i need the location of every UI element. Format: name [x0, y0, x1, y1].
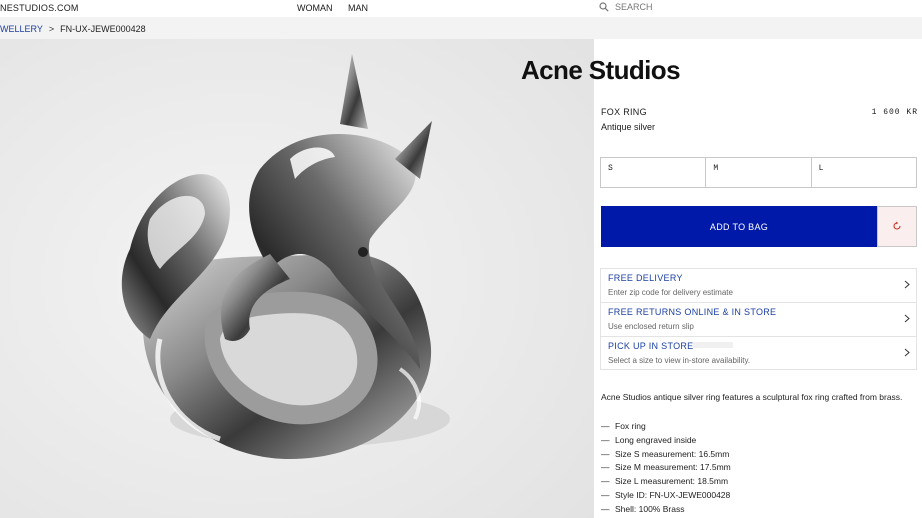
- refresh-icon: [892, 218, 902, 236]
- add-to-bag-label: ADD TO BAG: [709, 221, 769, 232]
- feature-text: Long engraved inside: [615, 434, 697, 445]
- chevron-right-icon: [904, 344, 910, 362]
- size-option-l[interactable]: L: [812, 158, 916, 187]
- list-item: — Size L measurement: 18.5mm: [601, 475, 731, 489]
- feature-text: Size L measurement: 18.5mm: [615, 476, 729, 487]
- loading-placeholder: [693, 342, 733, 348]
- site-name-link[interactable]: NESTUDIOS.COM: [0, 3, 79, 13]
- info-row-delivery[interactable]: FREE DELIVERY Enter zip code for deliver…: [601, 269, 916, 303]
- breadcrumb-current: FN-UX-JEWE000428: [60, 24, 146, 34]
- list-item: — Style ID: FN-UX-JEWE000428: [601, 489, 731, 503]
- size-option-m[interactable]: M: [706, 158, 812, 187]
- info-title: FREE RETURNS ONLINE & IN STORE: [608, 307, 777, 317]
- fox-ring-illustration: [0, 39, 594, 518]
- bullet-dash: —: [601, 448, 610, 459]
- product-color: Antique silver: [601, 122, 656, 132]
- chevron-right-icon: [904, 276, 910, 294]
- breadcrumb-bar-right: [594, 17, 922, 39]
- search-box[interactable]: SEARCH: [599, 2, 653, 12]
- feature-text: Fox ring: [615, 421, 646, 431]
- breadcrumb-parent[interactable]: WELLERY: [0, 24, 43, 34]
- info-subtitle: Enter zip code for delivery estimate: [608, 288, 733, 297]
- product-price: 1 600 KR: [871, 108, 918, 117]
- bullet-dash: —: [601, 476, 610, 487]
- brand-logo[interactable]: Acne Studios: [521, 55, 681, 86]
- info-subtitle: Use enclosed return slip: [608, 322, 694, 331]
- feature-text: Shell: 100% Brass: [615, 503, 685, 514]
- search-icon[interactable]: [599, 2, 609, 12]
- bullet-dash: —: [601, 462, 610, 473]
- product-image[interactable]: [0, 39, 594, 518]
- breadcrumb-separator: >: [48, 24, 55, 34]
- feature-text: Style ID: FN-UX-JEWE000428: [615, 489, 731, 500]
- bullet-dash: —: [601, 434, 610, 445]
- info-subtitle: Select a size to view in-store availabil…: [608, 356, 751, 365]
- info-title: PICK UP IN STORE: [608, 341, 694, 351]
- refresh-button[interactable]: [877, 206, 917, 247]
- bullet-dash: —: [601, 421, 610, 431]
- info-title: FREE DELIVERY: [608, 273, 683, 283]
- list-item: — Long engraved inside: [601, 434, 731, 448]
- list-item: — Size M measurement: 17.5mm: [601, 461, 731, 475]
- search-label[interactable]: SEARCH: [615, 2, 653, 12]
- chevron-right-icon: [904, 310, 910, 328]
- product-name: FOX RING: [601, 107, 647, 117]
- size-option-s[interactable]: S: [601, 158, 707, 187]
- info-row-returns[interactable]: FREE RETURNS ONLINE & IN STORE Use enclo…: [601, 303, 916, 337]
- feature-text: Size M measurement: 17.5mm: [615, 462, 731, 473]
- add-to-bag-button[interactable]: ADD TO BAG: [601, 206, 877, 247]
- breadcrumb: WELLERY > FN-UX-JEWE000428: [0, 24, 146, 34]
- size-selector: S M L: [600, 157, 917, 188]
- list-item: — Size S measurement: 16.5mm: [601, 448, 731, 462]
- info-box: FREE DELIVERY Enter zip code for deliver…: [600, 268, 917, 370]
- info-row-pickup[interactable]: PICK UP IN STORE Select a size to view i…: [601, 337, 916, 371]
- list-item: — Shell: 100% Brass: [601, 503, 731, 517]
- list-item: — Fox ring: [601, 420, 731, 434]
- nav-man[interactable]: MAN: [348, 3, 368, 13]
- bullet-dash: —: [601, 503, 610, 514]
- feature-list: — Fox ring — Long engraved inside — Size S …: [601, 420, 731, 517]
- feature-text: Size S measurement: 16.5mm: [615, 448, 730, 459]
- top-bar: NESTUDIOS.COM WOMAN MAN SEARCH: [0, 0, 922, 17]
- product-description: Acne Studios antique silver ring feature…: [601, 392, 903, 402]
- bullet-dash: —: [601, 489, 610, 500]
- nav-woman[interactable]: WOMAN: [297, 3, 333, 13]
